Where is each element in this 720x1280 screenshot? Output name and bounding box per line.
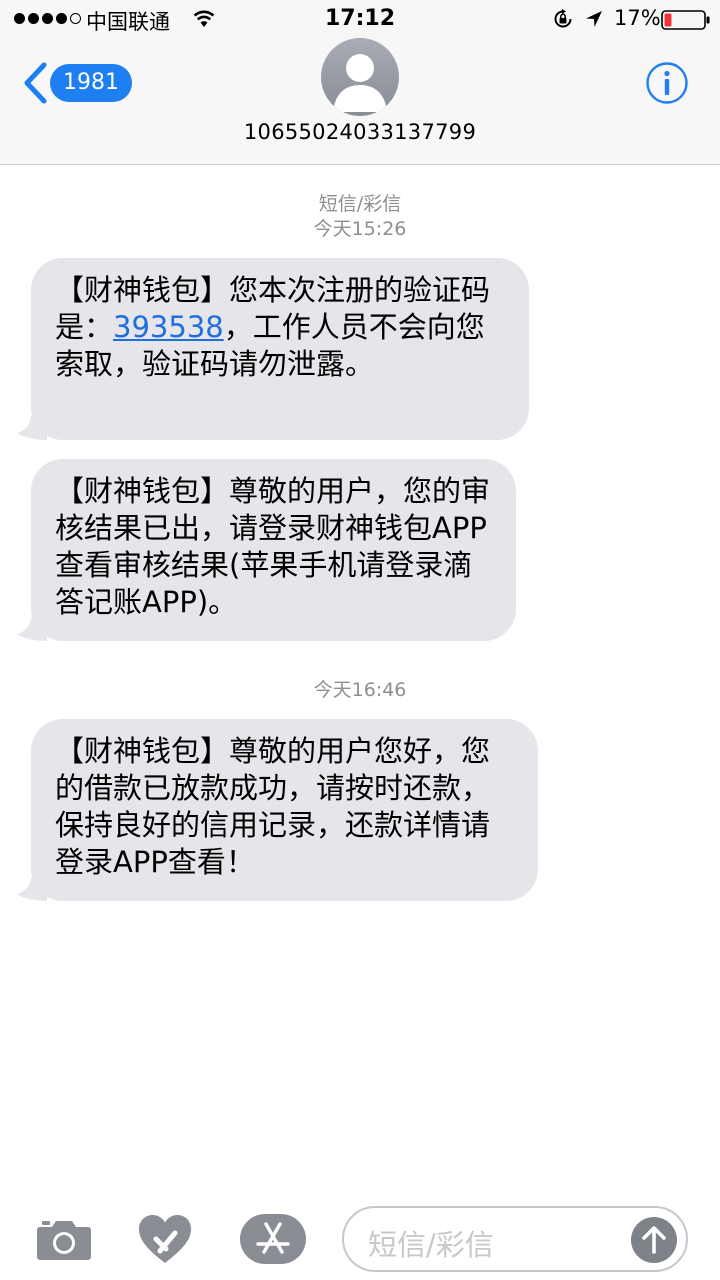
timestamp: 今天15:26	[313, 218, 407, 240]
message-bubble[interactable]: 【财神钱包】您本次注册的验证码是：393538，工作人员不会向您索取，验证码请勿…	[17, 258, 529, 440]
status-bar: 中国联通 17:12 17%	[0, 0, 720, 40]
arrow-up-icon	[642, 1226, 666, 1254]
bubble-tail	[17, 416, 47, 440]
message-input[interactable]: 短信/彩信	[342, 1206, 688, 1272]
app-store-button[interactable]	[240, 1214, 306, 1264]
top-chrome: 中国联通 17:12 17% 1981 10655024033137799	[0, 0, 720, 165]
rotation-lock-icon	[554, 9, 572, 28]
unread-count-badge: 1981	[50, 64, 132, 102]
messages-screen: 中国联通 17:12 17% 1981 10655024033137799 短信…	[0, 0, 720, 1280]
message-bubble[interactable]: 【财神钱包】尊敬的用户，您的审核结果已出，请登录财神钱包APP查看审核结果(苹果…	[17, 459, 516, 641]
camera-icon[interactable]	[36, 1217, 92, 1261]
app-store-icon	[256, 1222, 290, 1254]
message-text: 【财神钱包】尊敬的用户您好，您的借款已放款成功，请按时还款，保持良好的信用记录，…	[55, 734, 491, 879]
timestamp: 今天16:46	[313, 679, 407, 701]
contact-number[interactable]: 10655024033137799	[0, 120, 720, 144]
send-button[interactable]	[631, 1217, 677, 1263]
service-label: 短信/彩信	[318, 193, 402, 215]
chevron-left-icon	[24, 62, 47, 104]
battery-percent: 17%	[614, 6, 661, 30]
status-time: 17:12	[324, 6, 396, 31]
person-silhouette-icon	[333, 54, 387, 112]
battery-icon	[661, 10, 710, 30]
message-text: 【财神钱包】您本次注册的验证码是：393538，工作人员不会向您索取，验证码请勿…	[55, 273, 491, 381]
location-arrow-icon	[586, 11, 602, 27]
message-bubble[interactable]: 【财神钱包】尊敬的用户您好，您的借款已放款成功，请按时还款，保持良好的信用记录，…	[17, 719, 538, 901]
message-text: 【财神钱包】尊敬的用户，您的审核结果已出，请登录财神钱包APP查看审核结果(苹果…	[55, 474, 491, 619]
bubble-tail	[17, 877, 47, 901]
verification-code-link[interactable]: 393538	[113, 310, 224, 344]
digital-touch-heart-icon[interactable]	[137, 1213, 193, 1265]
back-button[interactable]: 1981	[22, 62, 132, 104]
message-input-placeholder: 短信/彩信	[368, 1228, 494, 1262]
info-icon[interactable]	[645, 61, 689, 105]
contact-avatar[interactable]	[321, 38, 399, 116]
bubble-tail	[17, 617, 47, 641]
